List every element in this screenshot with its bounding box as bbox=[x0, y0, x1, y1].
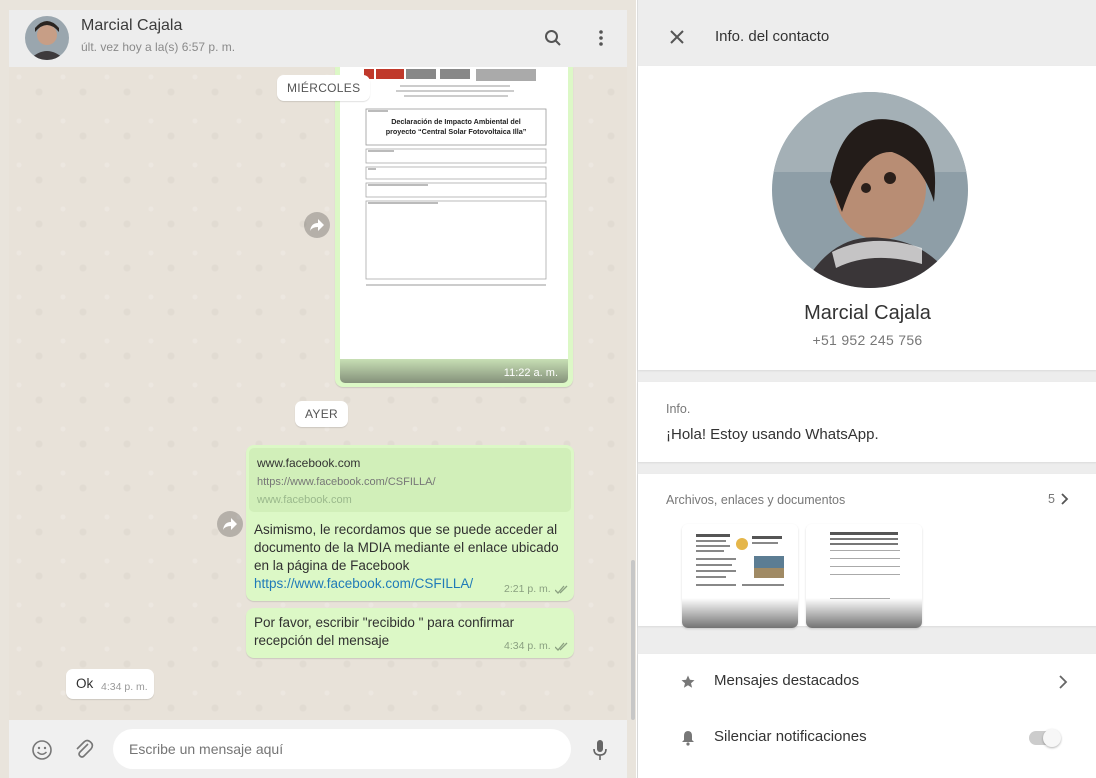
link-preview-url: https://www.facebook.com/CSFILLA/ bbox=[257, 476, 436, 488]
settings-card: Mensajes destacados Silenciar notificaci… bbox=[638, 654, 1096, 778]
files-section-label: Archivos, enlaces y documentos bbox=[666, 493, 846, 507]
message-text: Por favor, escribir "recibido " para con… bbox=[254, 615, 515, 648]
message-time: 11:22 a. m. bbox=[503, 367, 558, 379]
starred-messages-row[interactable]: Mensajes destacados bbox=[638, 654, 1096, 710]
bell-icon bbox=[678, 728, 698, 748]
media-thumbnail[interactable] bbox=[682, 524, 798, 628]
forward-icon[interactable] bbox=[217, 511, 243, 537]
message-text: Ok bbox=[76, 676, 94, 691]
document-title-line2: proyecto “Central Solar Fotovoltaica Ill… bbox=[386, 127, 527, 136]
contact-info-panel: Info. del contacto Marcial Cajala +51 95… bbox=[637, 0, 1096, 778]
message-time: 4:34 p. m. bbox=[504, 640, 551, 652]
incoming-message[interactable]: Ok 4:34 p. m. bbox=[66, 669, 154, 699]
link-preview[interactable]: www.facebook.com https://www.facebook.co… bbox=[249, 448, 571, 512]
document-footer: 11:22 a. m. bbox=[340, 359, 568, 383]
document-message[interactable]: Declaración de Impacto Ambiental del pro… bbox=[335, 67, 573, 387]
media-card: Archivos, enlaces y documentos 5 bbox=[638, 474, 1096, 628]
date-separator: MIÉRCOLES bbox=[277, 75, 371, 101]
double-check-icon bbox=[555, 642, 568, 651]
message-time: 2:21 p. m. bbox=[504, 583, 551, 595]
about-text: ¡Hola! Estoy usando WhatsApp. bbox=[666, 426, 879, 443]
document-title-line1: Declaración de Impacto Ambiental del bbox=[391, 117, 521, 126]
message-time: 4:34 p. m. bbox=[101, 681, 148, 693]
document-preview[interactable]: Declaración de Impacto Ambiental del pro… bbox=[340, 67, 568, 359]
files-count-link[interactable]: 5 bbox=[1048, 492, 1069, 506]
emoji-icon[interactable] bbox=[29, 737, 55, 763]
last-seen-status: últ. vez hoy a la(s) 6:57 p. m. bbox=[81, 40, 236, 54]
forward-icon[interactable] bbox=[304, 212, 330, 238]
star-icon bbox=[678, 672, 698, 692]
contact-phone: +51 952 245 756 bbox=[812, 332, 923, 348]
message-link[interactable]: https://www.facebook.com/CSFILLA/ bbox=[254, 576, 473, 591]
mute-notifications-label: Silenciar notificaciones bbox=[714, 728, 867, 745]
chevron-right-icon bbox=[1061, 493, 1069, 505]
about-card: Info. ¡Hola! Estoy usando WhatsApp. bbox=[638, 382, 1096, 462]
outgoing-message[interactable]: Por favor, escribir "recibido " para con… bbox=[246, 608, 574, 658]
compose-bar bbox=[9, 720, 627, 778]
files-count: 5 bbox=[1048, 492, 1055, 506]
thumbnail-overlay bbox=[682, 598, 798, 628]
contact-display-name: Marcial Cajala bbox=[804, 302, 931, 324]
double-check-icon bbox=[555, 585, 568, 594]
profile-photo[interactable] bbox=[772, 92, 968, 288]
menu-icon[interactable] bbox=[587, 24, 615, 52]
chat-header[interactable]: Marcial Cajala últ. vez hoy a la(s) 6:57… bbox=[9, 10, 627, 68]
chat-pane: Marcial Cajala últ. vez hoy a la(s) 6:57… bbox=[0, 0, 636, 778]
profile-card: Marcial Cajala +51 952 245 756 bbox=[638, 66, 1096, 370]
thumbnail-overlay bbox=[806, 598, 922, 628]
attach-icon[interactable] bbox=[71, 737, 97, 763]
close-icon[interactable] bbox=[664, 24, 690, 50]
toggle-knob bbox=[1043, 729, 1061, 747]
link-preview-host: www.facebook.com bbox=[257, 494, 352, 506]
info-label: Info. bbox=[666, 402, 691, 416]
contact-avatar[interactable] bbox=[25, 16, 69, 60]
outgoing-message[interactable]: www.facebook.com https://www.facebook.co… bbox=[246, 445, 574, 601]
contact-name[interactable]: Marcial Cajala bbox=[81, 17, 182, 35]
panel-title: Info. del contacto bbox=[715, 28, 830, 45]
mic-icon[interactable] bbox=[587, 737, 613, 763]
mute-toggle[interactable] bbox=[1029, 729, 1061, 747]
panel-header: Info. del contacto bbox=[638, 10, 1096, 66]
message-input[interactable] bbox=[113, 729, 571, 769]
starred-messages-label: Mensajes destacados bbox=[714, 672, 860, 689]
message-text: Asimismo, le recordamos que se puede acc… bbox=[254, 522, 559, 573]
mute-notifications-row[interactable]: Silenciar notificaciones bbox=[638, 710, 1096, 766]
message-list[interactable]: Declaración de Impacto Ambiental del pro… bbox=[9, 67, 627, 720]
search-icon[interactable] bbox=[539, 24, 567, 52]
scrollbar[interactable] bbox=[631, 560, 635, 720]
link-preview-title: www.facebook.com bbox=[257, 456, 361, 470]
media-thumbnail[interactable] bbox=[806, 524, 922, 628]
chevron-right-icon bbox=[1059, 675, 1068, 689]
date-separator: AYER bbox=[295, 401, 348, 427]
